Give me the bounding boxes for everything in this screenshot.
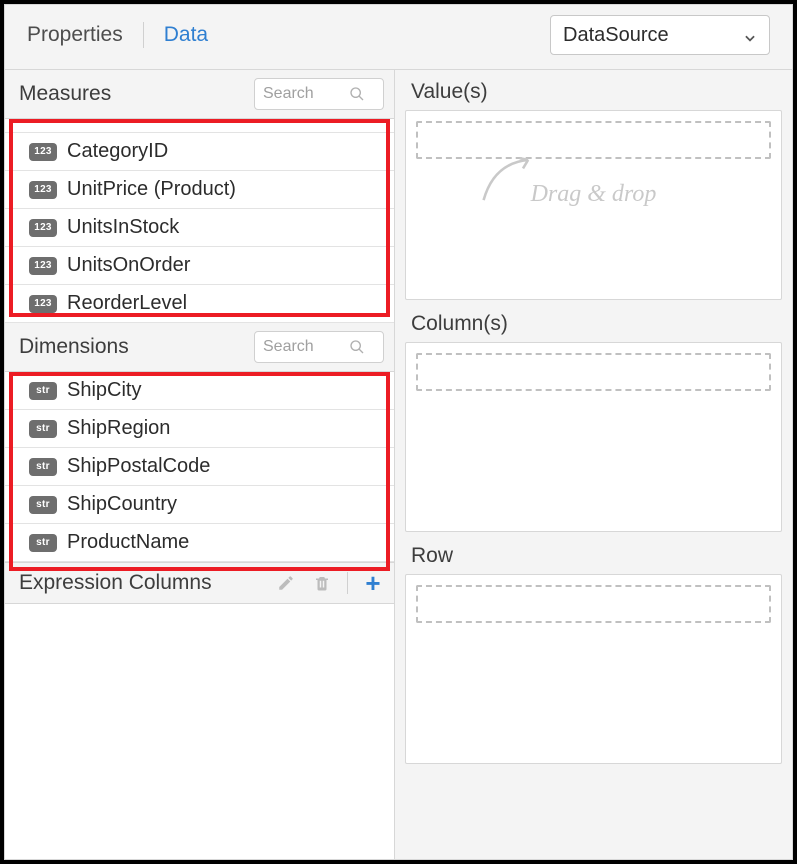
dimensions-title: Dimensions	[19, 335, 129, 359]
field-label: ShipPostalCode	[67, 455, 210, 478]
values-section: Value(s) Drag & drop	[405, 76, 782, 300]
right-column: Value(s) Drag & drop Column(s)	[395, 70, 792, 859]
number-type-icon	[29, 295, 57, 313]
dimensions-header: Dimensions	[5, 323, 394, 372]
search-icon	[349, 339, 365, 355]
field-item[interactable]	[5, 119, 394, 133]
field-item[interactable]: ProductName	[5, 524, 394, 562]
field-label: CategoryID	[67, 140, 168, 163]
string-type-icon	[29, 534, 57, 552]
measures-list: CategoryID UnitPrice (Product) UnitsInSt…	[5, 119, 394, 323]
field-item[interactable]: ReorderLevel	[5, 285, 394, 323]
number-type-icon	[29, 219, 57, 237]
search-icon	[349, 86, 365, 102]
separator	[347, 572, 348, 594]
string-type-icon	[29, 496, 57, 514]
measures-search[interactable]	[254, 78, 384, 110]
string-type-icon	[29, 420, 57, 438]
measures-search-input[interactable]	[263, 85, 343, 103]
field-label: ShipRegion	[67, 417, 170, 440]
data-panel: Properties Data DataSource Measures	[4, 4, 793, 860]
measures-group: CategoryID UnitPrice (Product) UnitsInSt…	[5, 119, 394, 323]
dimensions-list: ShipCity ShipRegion ShipPostalCode	[5, 372, 394, 562]
expression-actions: +	[275, 572, 384, 594]
columns-section: Column(s)	[405, 308, 782, 532]
expression-title: Expression Columns	[19, 571, 212, 595]
values-title: Value(s)	[405, 76, 782, 106]
drop-placeholder	[416, 353, 771, 391]
drop-placeholder	[416, 121, 771, 159]
row-dropzone[interactable]	[405, 574, 782, 764]
string-type-type-icon	[29, 458, 57, 476]
tab-strip: Properties Data	[27, 22, 208, 48]
number-type-icon	[29, 257, 57, 275]
field-item[interactable]: ShipPostalCode	[5, 448, 394, 486]
drag-arrow-icon	[466, 153, 556, 213]
tab-separator	[143, 22, 144, 48]
field-item[interactable]: UnitsOnOrder	[5, 247, 394, 285]
field-item[interactable]: ShipCountry	[5, 486, 394, 524]
field-item[interactable]: ShipCity	[5, 372, 394, 410]
dimensions-group: ShipCity ShipRegion ShipPostalCode	[5, 372, 394, 562]
dimensions-search[interactable]	[254, 331, 384, 363]
edit-icon[interactable]	[275, 572, 297, 594]
field-label: UnitPrice (Product)	[67, 178, 236, 201]
trash-icon[interactable]	[311, 572, 333, 594]
left-column: Measures CategoryID	[5, 70, 395, 859]
expression-body	[5, 604, 394, 859]
measures-title: Measures	[19, 82, 111, 106]
datasource-select[interactable]: DataSource	[550, 15, 770, 55]
chevron-down-icon	[743, 28, 757, 42]
drag-drop-hint: Drag & drop	[406, 181, 781, 208]
field-label: UnitsInStock	[67, 216, 179, 239]
columns-title: Column(s)	[405, 308, 782, 338]
measures-header: Measures	[5, 70, 394, 119]
field-item[interactable]: UnitPrice (Product)	[5, 171, 394, 209]
columns-dropzone[interactable]	[405, 342, 782, 532]
field-label: ShipCountry	[67, 493, 177, 516]
plus-icon[interactable]: +	[362, 572, 384, 594]
field-item[interactable]: UnitsInStock	[5, 209, 394, 247]
row-section: Row	[405, 540, 782, 764]
top-bar: Properties Data DataSource	[5, 5, 792, 70]
field-label: ProductName	[67, 531, 189, 554]
number-type-icon	[29, 181, 57, 199]
field-item[interactable]: CategoryID	[5, 133, 394, 171]
drop-placeholder	[416, 585, 771, 623]
field-label: ShipCity	[67, 379, 141, 402]
dimensions-search-input[interactable]	[263, 338, 343, 356]
tab-properties[interactable]: Properties	[27, 23, 123, 47]
string-type-icon	[29, 382, 57, 400]
tab-data[interactable]: Data	[164, 23, 208, 47]
row-title: Row	[405, 540, 782, 570]
datasource-label: DataSource	[563, 24, 669, 47]
field-label: UnitsOnOrder	[67, 254, 190, 277]
field-item[interactable]: ShipRegion	[5, 410, 394, 448]
number-type-icon	[29, 143, 57, 161]
expression-header: Expression Columns +	[5, 562, 394, 604]
values-dropzone[interactable]: Drag & drop	[405, 110, 782, 300]
field-label: ReorderLevel	[67, 292, 187, 315]
